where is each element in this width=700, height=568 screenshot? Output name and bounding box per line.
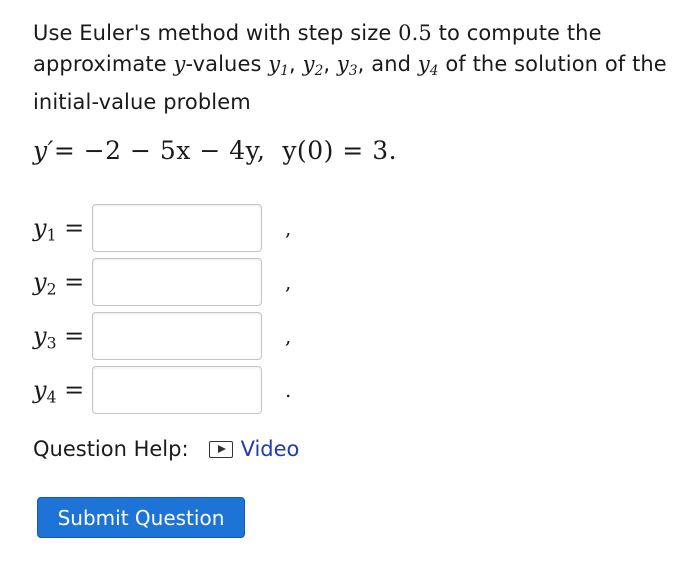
question-prompt: Use Euler's method with step size 0.5 to… [33,21,667,115]
answer-label-y4: y4 = [33,376,85,407]
answer-punct-y1: , [285,216,292,240]
answer-row-y1: y1 = , [33,204,353,254]
ivp-equation: y′= −2 − 5x − 4y, y(0) = 3. [33,136,397,165]
var-y2: y2 [302,52,324,80]
answer-label-y2: y2 = [33,268,85,299]
equation-lhs: y′ [33,136,54,165]
and-text: and [371,52,412,76]
answer-row-y2: y2 = , [33,258,353,308]
answer-punct-y2: , [285,270,292,294]
var-y3: y3 [336,52,358,80]
equation-rhs: = −2 − 5x − 4y, [53,136,266,165]
step-size-value: 0.5 [398,21,432,45]
prompt-text-1: Use Euler's method with step size [33,21,392,45]
submit-question-button[interactable]: Submit Question [37,497,245,538]
question-help-label: Question Help: [33,437,189,461]
question-help: Question Help: Video [33,437,299,461]
answer-label-y1: y1 = [33,214,85,245]
equation-initial: y(0) = 3. [282,136,398,165]
answer-row-y4: y4 = . [33,366,353,416]
video-help-link[interactable]: Video [208,437,300,461]
answer-punct-y3: , [285,324,292,348]
video-link-label: Video [240,437,300,461]
answer-label-y3: y3 = [33,322,85,353]
answer-input-y1[interactable] [92,204,262,252]
answer-punct-y4: . [285,378,292,402]
y-symbol: y [173,52,186,76]
answer-input-y3[interactable] [92,312,262,360]
var-y1: y1 [268,52,290,80]
play-icon [208,440,233,458]
var-y4: y4 [417,52,439,80]
answer-row-y3: y3 = , [33,312,353,362]
answer-input-y2[interactable] [92,258,262,306]
answer-input-y4[interactable] [92,366,262,414]
prompt-text-3: -values [185,52,262,76]
